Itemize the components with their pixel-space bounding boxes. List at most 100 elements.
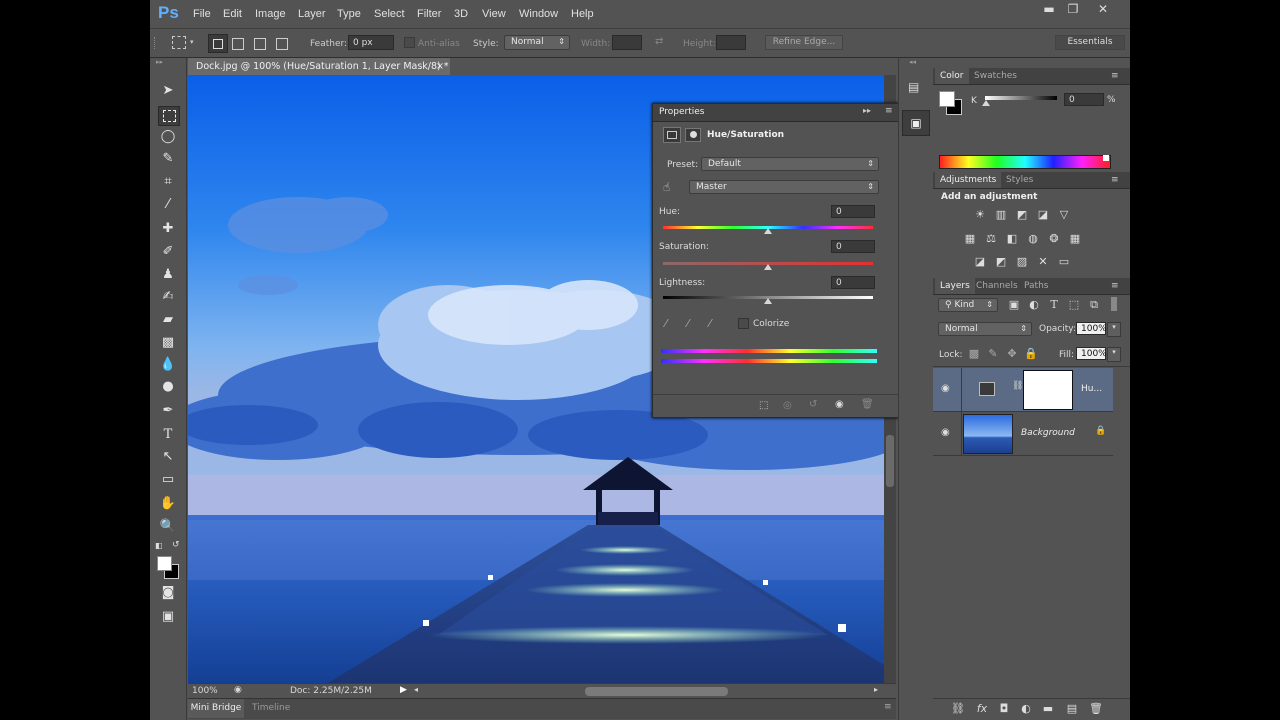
type-tool-icon[interactable]: T: [158, 426, 178, 444]
path-selection-tool-icon[interactable]: ↖: [158, 448, 178, 466]
style-dropdown[interactable]: Normal ⇕: [504, 35, 570, 50]
menu-image[interactable]: Image: [255, 8, 286, 20]
hue-value-input[interactable]: 0: [831, 205, 875, 218]
color-spectrum-bar[interactable]: [939, 155, 1111, 169]
menu-3d[interactable]: 3D: [454, 8, 468, 20]
feather-input[interactable]: 0 px: [348, 35, 394, 50]
tab-mini-bridge[interactable]: Mini Bridge: [188, 699, 244, 718]
rectangular-marquee-tool-icon[interactable]: [158, 106, 180, 126]
new-layer-icon[interactable]: ▤: [1065, 703, 1079, 715]
scroll-right-icon[interactable]: ▸: [874, 685, 878, 694]
link-chain-icon[interactable]: ⛓: [1012, 381, 1023, 391]
layers-panel-menu-icon[interactable]: ≡: [1111, 281, 1119, 291]
tab-layers[interactable]: Layers: [935, 278, 975, 294]
curves-icon[interactable]: ◩: [1015, 209, 1029, 221]
eye-icon[interactable]: ◉: [941, 383, 950, 394]
saturation-slider-thumb[interactable]: [764, 264, 772, 270]
menu-layer[interactable]: Layer: [298, 8, 326, 20]
tab-swatches[interactable]: Swatches: [969, 68, 1022, 84]
channel-dropdown[interactable]: Master ⇕: [689, 180, 879, 194]
foreground-color-swatch[interactable]: [157, 556, 172, 571]
preset-dropdown[interactable]: Default ⇕: [701, 157, 879, 171]
status-menu-arrow-icon[interactable]: ▶: [400, 685, 407, 695]
color-foreground-swatch[interactable]: [939, 91, 955, 107]
gradient-map-icon[interactable]: ▭: [1057, 256, 1071, 268]
intersect-selection-icon[interactable]: [276, 38, 288, 50]
quick-mask-icon[interactable]: ◙: [158, 584, 178, 602]
panel-menu-icon[interactable]: ≡: [884, 702, 892, 712]
lock-all-icon[interactable]: 🔒: [1024, 348, 1038, 360]
k-value-input[interactable]: 0: [1064, 93, 1104, 106]
swap-icon[interactable]: ⇄: [655, 36, 663, 47]
menu-file[interactable]: File: [193, 8, 211, 20]
layer-row-hue-saturation[interactable]: ◉ ⛓ Hu...: [933, 368, 1113, 412]
link-layers-icon[interactable]: ⛓: [951, 703, 965, 715]
tab-timeline[interactable]: Timeline: [252, 699, 290, 718]
hand-tool-icon[interactable]: ✋: [158, 495, 178, 513]
collapse-panel-icon[interactable]: ▸▸: [863, 106, 871, 115]
layer-style-fx-icon[interactable]: fx: [975, 703, 989, 715]
mask-icon[interactable]: [685, 128, 701, 142]
clone-stamp-tool-icon[interactable]: ♟: [158, 266, 178, 284]
exposure-icon[interactable]: ◪: [1036, 209, 1050, 221]
trash-icon[interactable]: 🗑: [861, 399, 874, 410]
k-slider-thumb[interactable]: [982, 100, 990, 106]
add-to-selection-icon[interactable]: [232, 38, 244, 50]
document-tab[interactable]: Dock.jpg @ 100% (Hue/Saturation 1, Layer…: [188, 58, 450, 75]
menu-window[interactable]: Window: [519, 8, 558, 20]
adjustment-type-icon[interactable]: [663, 127, 681, 143]
eyedropper-icon[interactable]: ⁄: [665, 317, 667, 330]
blend-mode-dropdown[interactable]: Normal ⇕: [938, 322, 1032, 336]
minimize-button[interactable]: ▬: [1036, 2, 1062, 18]
close-document-icon[interactable]: ×: [436, 58, 444, 75]
collapse-arrows-icon[interactable]: ▸▸: [156, 58, 163, 66]
selective-color-icon[interactable]: ✕: [1036, 256, 1050, 268]
colorize-checkbox[interactable]: [738, 318, 749, 329]
reset-icon[interactable]: ↺: [809, 399, 817, 410]
black-white-icon[interactable]: ◧: [1005, 233, 1019, 245]
chevron-down-icon[interactable]: ▾: [190, 38, 194, 46]
dodge-tool-icon[interactable]: ●: [158, 378, 178, 396]
add-mask-icon[interactable]: ◘: [997, 703, 1011, 715]
spectrum-white-swatch[interactable]: [1103, 155, 1109, 161]
menu-select[interactable]: Select: [374, 8, 405, 20]
lock-transparency-icon[interactable]: ▩: [967, 348, 981, 360]
brush-tool-icon[interactable]: ✐: [158, 243, 178, 261]
channel-mixer-icon[interactable]: ❂: [1047, 233, 1061, 245]
restore-button[interactable]: ❐: [1060, 2, 1086, 18]
posterize-icon[interactable]: ◩: [994, 256, 1008, 268]
filter-shape-icon[interactable]: ⬚: [1067, 299, 1081, 311]
menu-view[interactable]: View: [482, 8, 506, 20]
new-group-icon[interactable]: ▬: [1041, 703, 1055, 715]
visibility-icon[interactable]: ◉: [835, 399, 844, 410]
screen-mode-icon[interactable]: ▣: [158, 608, 178, 626]
gradient-tool-icon[interactable]: ▩: [158, 334, 178, 352]
eyedropper-tool-icon[interactable]: ⁄: [158, 196, 178, 214]
default-colors-icon[interactable]: ◧: [155, 541, 163, 550]
menu-filter[interactable]: Filter: [417, 8, 441, 20]
saturation-value-input[interactable]: 0: [831, 240, 875, 253]
refine-edge-button[interactable]: Refine Edge...: [765, 35, 843, 50]
eye-icon[interactable]: ◉: [941, 427, 950, 438]
filter-adjustment-icon[interactable]: ◐: [1027, 299, 1041, 311]
tab-color[interactable]: Color: [935, 68, 969, 84]
horizontal-scroll-thumb[interactable]: [585, 687, 728, 696]
layer-mask-thumbnail[interactable]: [1023, 370, 1073, 410]
filter-type-icon[interactable]: T: [1047, 299, 1061, 311]
color-panel-menu-icon[interactable]: ≡: [1111, 71, 1119, 81]
filter-pixel-icon[interactable]: ▣: [1007, 299, 1021, 311]
vertical-scroll-thumb[interactable]: [886, 435, 894, 487]
status-info-icon[interactable]: ◉: [234, 685, 242, 695]
marquee-tool-preset-icon[interactable]: [172, 36, 186, 49]
lock-position-icon[interactable]: ✥: [1005, 348, 1019, 360]
blur-tool-icon[interactable]: 💧: [158, 356, 178, 374]
zoom-tool-icon[interactable]: 🔍: [158, 518, 178, 536]
invert-icon[interactable]: ◪: [973, 256, 987, 268]
rectangle-tool-icon[interactable]: ▭: [158, 471, 178, 489]
crop-tool-icon[interactable]: ⌗: [158, 173, 178, 191]
lasso-tool-icon[interactable]: ◯: [158, 128, 178, 146]
zoom-level[interactable]: 100%: [192, 686, 218, 696]
layer-row-background[interactable]: ◉ Background 🔒: [933, 412, 1113, 456]
move-tool-icon[interactable]: ➤: [158, 82, 178, 100]
delete-layer-icon[interactable]: 🗑: [1089, 703, 1103, 715]
